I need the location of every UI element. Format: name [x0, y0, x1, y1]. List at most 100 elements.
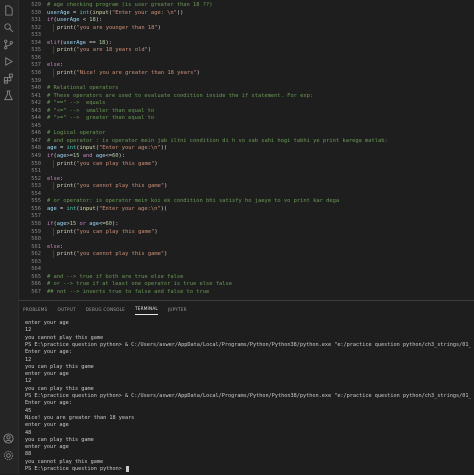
terminal-text: 48	[25, 429, 32, 436]
code-token: print	[57, 251, 74, 258]
code-token: )	[196, 69, 200, 76]
code-token: "you can play this game"	[76, 160, 155, 167]
code-token: "you are 18 years old"	[76, 47, 148, 54]
terminal-text: PS E:\practice question python> & C:/Use…	[25, 393, 471, 399]
terminal-cursor	[125, 465, 129, 472]
terminal-text: you can play this game	[25, 363, 94, 370]
bottom-panel: PROBLEMS OUTPUT DEBUG CONSOLE TERMINAL JUPYT…	[19, 300, 474, 475]
source-control-icon[interactable]	[2, 38, 15, 51]
code-token: # age checking program (is user greater …	[47, 2, 213, 8]
code-token: ):	[118, 153, 125, 159]
code-token: # ">=" --> greater than equal to	[47, 115, 155, 122]
tab-output[interactable]: OUTPUT	[57, 304, 75, 315]
code-token: age	[47, 205, 57, 212]
panel-tabs: PROBLEMS OUTPUT DEBUG CONSOLE TERMINAL JUPYT…	[19, 301, 474, 317]
code-token: "Enter your age:\n"	[98, 145, 161, 152]
code-token: # Relational operators	[47, 85, 119, 92]
code-token: ## not --> inverts true to false and fal…	[47, 288, 210, 295]
code-token: age	[47, 145, 57, 152]
code-token: else	[47, 175, 60, 182]
tab-debug-console[interactable]: DEBUG CONSOLE	[86, 304, 125, 315]
code-token: input	[79, 205, 96, 212]
code-token: age	[56, 220, 67, 227]
terminal-text: enter your age	[25, 371, 69, 378]
code-token: =	[69, 9, 80, 16]
activity-bar	[0, 0, 19, 474]
terminal-text: PS E:\practice question python>	[25, 466, 125, 472]
code-token: else	[47, 62, 60, 69]
code-token: ==	[85, 39, 99, 46]
code-token: "Enter your age: \n"	[111, 9, 177, 16]
code-token: ):	[105, 39, 112, 46]
code-token: # and --> true if both are true else fal…	[47, 273, 184, 280]
terminal-text: 12	[25, 356, 32, 363]
terminal[interactable]: enter your age 12 you cannot play this gam…	[25, 319, 471, 473]
code-token: print	[57, 69, 74, 76]
tab-jupyter[interactable]: JUPYTER	[168, 304, 187, 315]
files-icon[interactable]	[2, 4, 15, 17]
settings-gear-icon[interactable]	[2, 449, 15, 462]
terminal-text: PS E:\practice question python> & C:/Use…	[25, 341, 471, 348]
code-token: =	[56, 145, 67, 152]
code-token: elif	[47, 39, 60, 46]
code-token: userAge	[56, 17, 80, 24]
code-token: :	[59, 243, 64, 250]
code-token: "you can play this game"	[76, 228, 155, 235]
code-token: # and operator : is operator mein jab il…	[47, 137, 388, 144]
code-token: age	[56, 153, 67, 159]
terminal-text: Enter your age:	[25, 400, 72, 407]
terminal-line: PS E:\practice question python>	[25, 465, 471, 473]
tab-terminal[interactable]: TERMINAL	[135, 303, 158, 315]
code-token: ):	[111, 220, 119, 227]
code-token: age	[89, 220, 99, 227]
terminal-text: 12	[25, 327, 32, 334]
line-number: 567	[31, 288, 41, 295]
code-token: int	[79, 9, 90, 16]
code-token: ):	[95, 17, 103, 24]
code-token: else	[47, 243, 60, 250]
code-token: )	[157, 24, 161, 31]
extensions-icon[interactable]	[2, 72, 15, 85]
code-token: print	[57, 24, 74, 31]
code-line: 567 ## not --> inverts true to false and …	[19, 288, 474, 296]
code-token: print	[57, 228, 74, 235]
code-token: )	[154, 228, 158, 235]
terminal-text: you can play this game	[25, 436, 94, 443]
code-token: ))	[160, 205, 168, 212]
code-token: =	[56, 205, 67, 212]
code-token: <	[79, 17, 90, 24]
code-token: # "<=" --> smaller than equal to	[47, 107, 155, 114]
code-token: :	[59, 175, 64, 182]
code-editor[interactable]: 529 # age checking program (is user great…	[19, 0, 474, 300]
code-token: )	[147, 47, 152, 54]
code-token: # or --> true if at least one operator i…	[47, 281, 232, 288]
code-token: )	[164, 183, 168, 190]
account-icon[interactable]	[2, 432, 15, 445]
terminal-text: you cannot play this game	[25, 334, 104, 341]
terminal-text: enter your age	[25, 422, 69, 429]
terminal-text: enter your age	[25, 320, 69, 326]
code-token: print	[57, 160, 74, 167]
code-token: # "==" --> equals	[47, 100, 106, 107]
terminal-text: you can play this game	[25, 385, 94, 392]
code-token: int	[66, 145, 77, 152]
terminal-text: 88	[25, 451, 32, 458]
code-token: )	[154, 160, 158, 167]
code-token: # Logical operator	[47, 130, 106, 137]
testing-icon[interactable]	[2, 89, 15, 102]
run-debug-icon[interactable]	[2, 55, 15, 68]
code-token: ))	[160, 145, 168, 152]
tab-problems[interactable]: PROBLEMS	[23, 304, 47, 315]
terminal-text: Enter your age:	[25, 349, 72, 356]
terminal-text: enter your age	[25, 444, 69, 451]
code-token: int	[66, 205, 77, 212]
code-token: "you cannot play this game"	[76, 183, 165, 190]
code-token: # These operators are used to evaluate c…	[47, 92, 314, 99]
code-token: ))	[176, 9, 184, 16]
code-token: "you are younger than 18"	[76, 24, 158, 31]
code-token: print	[57, 183, 74, 190]
code-token: input	[79, 145, 96, 152]
code-token: "Nice! you are greater than 18 years"	[76, 69, 197, 76]
code-text: ## not --> inverts true to false and fal…	[47, 288, 209, 296]
search-icon[interactable]	[2, 21, 15, 34]
